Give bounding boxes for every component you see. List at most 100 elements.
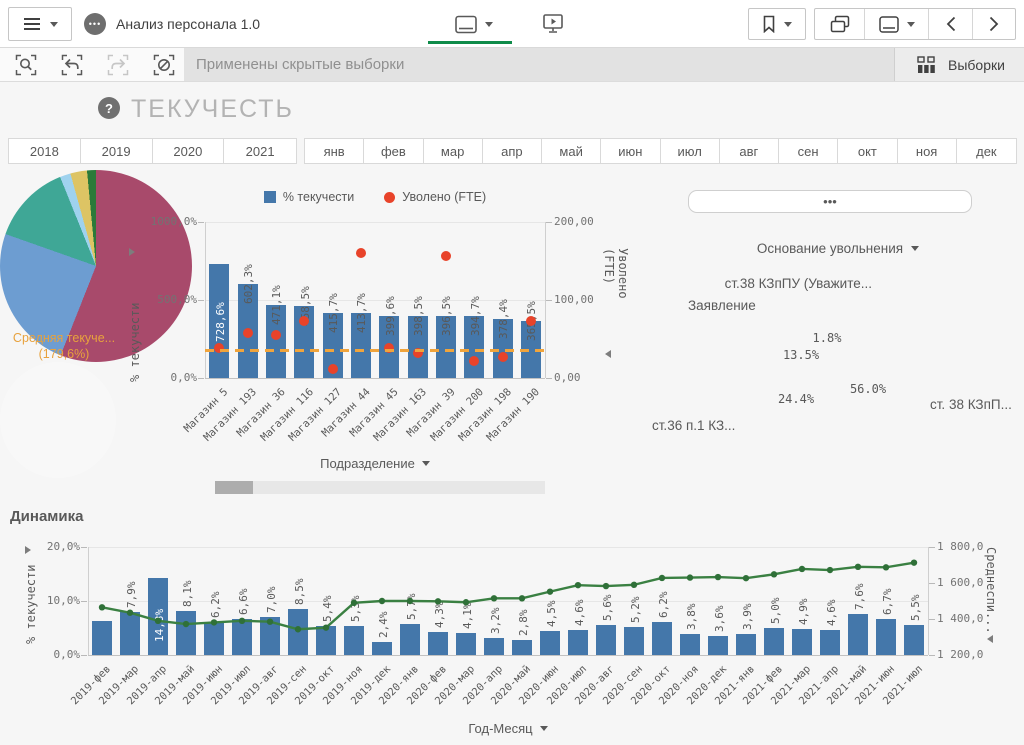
collapse-chart-arrow[interactable]: [605, 350, 611, 358]
selections-tool-label: Выборки: [948, 57, 1005, 73]
month-filter-value[interactable]: фев: [364, 139, 423, 163]
active-view-indicator: [428, 41, 512, 44]
donut-dimension-selector[interactable]: Основание увольнения: [688, 241, 988, 256]
tick-mark: [81, 547, 87, 548]
clear-selections-button[interactable]: [142, 48, 186, 81]
left-axis-title: % текучести: [24, 560, 38, 644]
chart-scrollbar-thumb[interactable]: [215, 481, 253, 494]
selections-tool-button[interactable]: Выборки: [894, 48, 1024, 81]
selections-bar: Применены скрытые выборки Выборки: [0, 48, 1024, 82]
month-filter-value[interactable]: апр: [483, 139, 542, 163]
x-axis-dimension-selector[interactable]: Подразделение: [205, 456, 545, 471]
month-filter-value[interactable]: дек: [957, 139, 1016, 163]
data-point[interactable]: [469, 356, 479, 366]
tick-mark: [929, 547, 935, 548]
left-axis-tick-label: 0,0%: [139, 371, 197, 384]
presentation-play-icon: [541, 11, 565, 35]
data-point[interactable]: [526, 316, 536, 326]
data-point[interactable]: [441, 251, 451, 261]
donut-percent-label: 1.8%: [813, 331, 842, 345]
sheet-navigation-group: [814, 8, 1016, 40]
caret-down-icon: [485, 22, 493, 31]
data-point[interactable]: [243, 328, 253, 338]
global-menu-button[interactable]: [8, 7, 72, 41]
month-filter-value[interactable]: окт: [838, 139, 897, 163]
x-axis-dimension-label: Подразделение: [320, 456, 415, 471]
year-filter-value[interactable]: 2019: [81, 139, 153, 163]
bar-value-label: 413,7%: [355, 294, 368, 334]
month-filter-value[interactable]: май: [542, 139, 601, 163]
clear-all-icon: [153, 54, 175, 76]
month-filter-value[interactable]: мар: [424, 139, 483, 163]
donut-slice-label[interactable]: Заявление: [688, 298, 756, 313]
step-back-button[interactable]: [50, 48, 94, 81]
sheet-view-button[interactable]: [455, 10, 503, 38]
data-point[interactable]: [328, 364, 338, 374]
bar-value-label: 394,7%: [469, 297, 482, 337]
next-sheet-button[interactable]: [973, 9, 1015, 39]
turnover-by-store-chart: ••• Основание увольнения 1000,0%500,0%0,…: [0, 170, 1024, 502]
year-filter-listbox: 2018201920202021: [8, 138, 297, 164]
bar-value-label: 398,5%: [412, 296, 425, 336]
bar-value-label: 602,3%: [242, 264, 255, 304]
reference-line-label: Средняя текуче...(179,6%): [6, 330, 122, 362]
chart-legend: % текучести Уволено (FTE): [205, 188, 545, 206]
expand-chart-arrow[interactable]: [129, 248, 135, 256]
donut-slice-label[interactable]: ст.36 п.1 КЗ...: [652, 418, 735, 433]
x-axis-dimension-selector[interactable]: Год-Месяц: [88, 721, 928, 736]
month-filter-value[interactable]: июл: [661, 139, 720, 163]
year-filter-value[interactable]: 2018: [9, 139, 81, 163]
data-point[interactable]: [271, 330, 281, 340]
y-axis-line: [205, 222, 206, 378]
month-filter-value[interactable]: авг: [720, 139, 779, 163]
expand-chart-arrow[interactable]: [25, 546, 31, 554]
x-axis-dimension-label: Год-Месяц: [468, 721, 532, 736]
donut-percent-label: 56.0%: [850, 382, 886, 396]
right-axis-tick-label: 0,00: [554, 371, 614, 384]
year-filter-value[interactable]: 2020: [153, 139, 225, 163]
caret-down-icon: [911, 246, 919, 255]
donut-percent-label: 24.4%: [778, 392, 814, 406]
sheet-list-button[interactable]: [865, 9, 929, 39]
tick-mark: [929, 655, 935, 656]
caret-down-icon: [422, 461, 430, 470]
sheet-icon: [879, 16, 899, 33]
sheet-icon: [455, 15, 477, 34]
data-point[interactable]: [498, 352, 508, 362]
donut-slice-label[interactable]: ст.38 КЗпПУ (Уважите...: [725, 276, 872, 291]
month-filter-value[interactable]: июн: [601, 139, 660, 163]
duplicate-sheet-button[interactable]: [815, 9, 865, 39]
year-filter-value[interactable]: 2021: [224, 139, 296, 163]
step-forward-button[interactable]: [96, 48, 140, 81]
x-axis-line: [88, 655, 928, 656]
month-filter-listbox: янвфевмарапрмайиюниюлавгсеноктноядек: [304, 138, 1017, 164]
month-filter-value[interactable]: янв: [305, 139, 364, 163]
page-title: ТЕКУЧЕСТЬ: [131, 95, 294, 124]
data-point[interactable]: [356, 248, 366, 258]
storytelling-button[interactable]: [541, 11, 567, 37]
bookmarks-button[interactable]: [748, 8, 806, 40]
line-series[interactable]: [88, 547, 928, 655]
collapse-chart-arrow[interactable]: [987, 635, 993, 643]
tick-mark: [929, 583, 935, 584]
month-filter-value[interactable]: сен: [779, 139, 838, 163]
more-options-button[interactable]: •••: [688, 190, 972, 213]
donut-dimension-label: Основание увольнения: [757, 241, 903, 256]
bar-value-label: 728,6%: [214, 303, 227, 343]
previous-sheet-button[interactable]: [929, 9, 973, 39]
legend-item-fte[interactable]: Уволено (FTE): [384, 190, 486, 204]
app-info-icon[interactable]: •••: [84, 13, 106, 35]
bar-value-label: 471,1%: [270, 285, 283, 325]
gridline: [205, 222, 545, 223]
legend-label: % текучести: [283, 190, 354, 204]
caret-down-icon: [907, 22, 915, 31]
legend-item-turnover[interactable]: % текучести: [264, 190, 354, 204]
tick-mark: [198, 378, 204, 379]
help-icon[interactable]: ?: [98, 97, 120, 119]
month-filter-value[interactable]: ноя: [898, 139, 957, 163]
right-axis-title: Среднеспи...: [984, 547, 998, 625]
donut-slice-label[interactable]: ст. 38 КЗпП...: [930, 397, 1012, 412]
tick-mark: [81, 601, 87, 602]
smart-search-button[interactable]: [4, 48, 48, 81]
legend-label: Уволено (FTE): [402, 190, 486, 204]
